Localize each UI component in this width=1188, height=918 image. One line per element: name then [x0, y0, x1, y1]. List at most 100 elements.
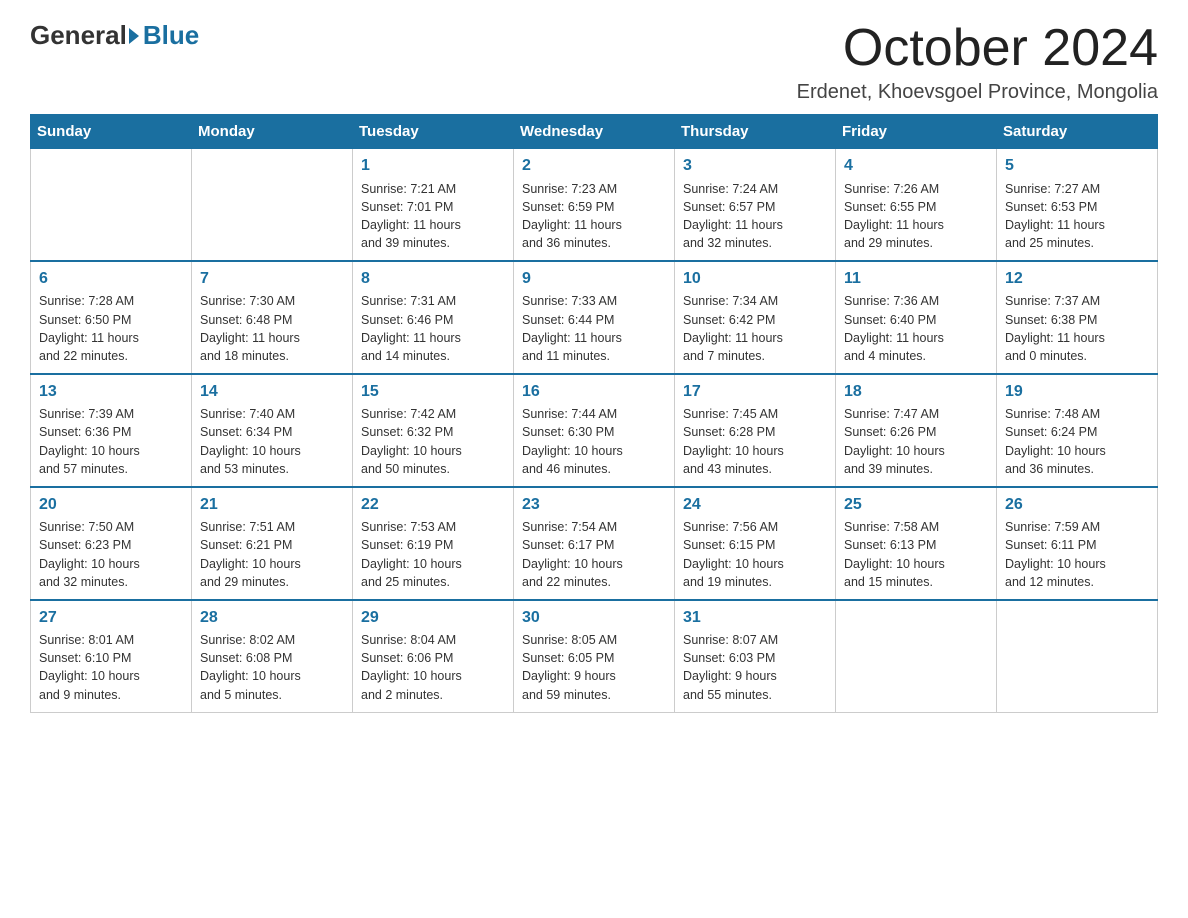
calendar-cell: 12Sunrise: 7:37 AMSunset: 6:38 PMDayligh… — [997, 261, 1158, 374]
day-number: 12 — [1005, 268, 1149, 290]
day-info: Sunrise: 8:01 AMSunset: 6:10 PMDaylight:… — [39, 631, 183, 704]
day-info: Sunrise: 7:31 AMSunset: 6:46 PMDaylight:… — [361, 292, 505, 365]
week-row-1: 1 Sunrise: 7:21 AMSunset: 7:01 PMDaylight… — [31, 149, 1158, 261]
day-number: 25 — [844, 494, 988, 516]
day-info: Sunrise: 7:39 AMSunset: 6:36 PMDaylight:… — [39, 405, 183, 478]
day-info: Sunrise: 8:02 AMSunset: 6:08 PMDaylight:… — [200, 631, 344, 704]
calendar-cell: 24Sunrise: 7:56 AMSunset: 6:15 PMDayligh… — [675, 487, 836, 600]
day-number: 19 — [1005, 381, 1149, 403]
calendar-cell: 31Sunrise: 8:07 AMSunset: 6:03 PMDayligh… — [675, 600, 836, 712]
day-info: Sunrise: 7:54 AMSunset: 6:17 PMDaylight:… — [522, 518, 666, 591]
day-number: 1 — [361, 155, 505, 177]
calendar-cell: 23Sunrise: 7:54 AMSunset: 6:17 PMDayligh… — [514, 487, 675, 600]
weekday-header-tuesday: Tuesday — [353, 115, 514, 149]
day-number: 3 — [683, 155, 827, 177]
calendar-cell — [31, 149, 192, 261]
day-info: Sunrise: 7:47 AMSunset: 6:26 PMDaylight:… — [844, 405, 988, 478]
calendar-cell: 9Sunrise: 7:33 AMSunset: 6:44 PMDaylight… — [514, 261, 675, 374]
calendar-cell: 29Sunrise: 8:04 AMSunset: 6:06 PMDayligh… — [353, 600, 514, 712]
weekday-header-sunday: Sunday — [31, 115, 192, 149]
week-row-2: 6Sunrise: 7:28 AMSunset: 6:50 PMDaylight… — [31, 261, 1158, 374]
day-info: Sunrise: 7:28 AMSunset: 6:50 PMDaylight:… — [39, 292, 183, 365]
title-area: October 2024 Erdenet, Khoevsgoel Provinc… — [797, 20, 1158, 104]
calendar-cell: 4 Sunrise: 7:26 AMSunset: 6:55 PMDaylight… — [836, 149, 997, 261]
calendar-cell: 13Sunrise: 7:39 AMSunset: 6:36 PMDayligh… — [31, 374, 192, 487]
calendar-cell: 26Sunrise: 7:59 AMSunset: 6:11 PMDayligh… — [997, 487, 1158, 600]
calendar-cell: 27Sunrise: 8:01 AMSunset: 6:10 PMDayligh… — [31, 600, 192, 712]
day-number: 24 — [683, 494, 827, 516]
logo-blue-text: Blue — [143, 20, 199, 51]
calendar-cell: 28Sunrise: 8:02 AMSunset: 6:08 PMDayligh… — [192, 600, 353, 712]
day-info: Sunrise: 7:58 AMSunset: 6:13 PMDaylight:… — [844, 518, 988, 591]
calendar-cell: 30Sunrise: 8:05 AMSunset: 6:05 PMDayligh… — [514, 600, 675, 712]
calendar-cell — [192, 149, 353, 261]
calendar-cell: 8Sunrise: 7:31 AMSunset: 6:46 PMDaylight… — [353, 261, 514, 374]
day-number: 7 — [200, 268, 344, 290]
day-info: Sunrise: 7:48 AMSunset: 6:24 PMDaylight:… — [1005, 405, 1149, 478]
calendar-cell: 11Sunrise: 7:36 AMSunset: 6:40 PMDayligh… — [836, 261, 997, 374]
calendar-cell: 22Sunrise: 7:53 AMSunset: 6:19 PMDayligh… — [353, 487, 514, 600]
weekday-header-saturday: Saturday — [997, 115, 1158, 149]
day-number: 5 — [1005, 155, 1149, 177]
calendar-cell: 10Sunrise: 7:34 AMSunset: 6:42 PMDayligh… — [675, 261, 836, 374]
calendar-cell: 16Sunrise: 7:44 AMSunset: 6:30 PMDayligh… — [514, 374, 675, 487]
day-number: 6 — [39, 268, 183, 290]
day-number: 8 — [361, 268, 505, 290]
day-info: Sunrise: 8:04 AMSunset: 6:06 PMDaylight:… — [361, 631, 505, 704]
day-number: 23 — [522, 494, 666, 516]
day-info: Sunrise: 7:42 AMSunset: 6:32 PMDaylight:… — [361, 405, 505, 478]
day-info: Sunrise: 7:44 AMSunset: 6:30 PMDaylight:… — [522, 405, 666, 478]
day-info: Sunrise: 7:34 AMSunset: 6:42 PMDaylight:… — [683, 292, 827, 365]
day-number: 18 — [844, 381, 988, 403]
day-number: 22 — [361, 494, 505, 516]
calendar-cell: 17Sunrise: 7:45 AMSunset: 6:28 PMDayligh… — [675, 374, 836, 487]
calendar-cell: 18Sunrise: 7:47 AMSunset: 6:26 PMDayligh… — [836, 374, 997, 487]
day-number: 10 — [683, 268, 827, 290]
calendar-cell: 5 Sunrise: 7:27 AMSunset: 6:53 PMDaylight… — [997, 149, 1158, 261]
day-number: 16 — [522, 381, 666, 403]
day-info: Sunrise: 8:05 AMSunset: 6:05 PMDaylight:… — [522, 631, 666, 704]
calendar-cell: 1 Sunrise: 7:21 AMSunset: 7:01 PMDaylight… — [353, 149, 514, 261]
day-number: 11 — [844, 268, 988, 290]
calendar-cell: 25Sunrise: 7:58 AMSunset: 6:13 PMDayligh… — [836, 487, 997, 600]
day-info: Sunrise: 7:23 AMSunset: 6:59 PMDaylight:… — [522, 180, 666, 253]
logo-general-text: General — [30, 20, 127, 51]
day-info: Sunrise: 7:59 AMSunset: 6:11 PMDaylight:… — [1005, 518, 1149, 591]
day-info: Sunrise: 7:45 AMSunset: 6:28 PMDaylight:… — [683, 405, 827, 478]
day-number: 4 — [844, 155, 988, 177]
calendar-cell: 20Sunrise: 7:50 AMSunset: 6:23 PMDayligh… — [31, 487, 192, 600]
day-info: Sunrise: 7:33 AMSunset: 6:44 PMDaylight:… — [522, 292, 666, 365]
day-info: Sunrise: 7:51 AMSunset: 6:21 PMDaylight:… — [200, 518, 344, 591]
day-info: Sunrise: 7:26 AMSunset: 6:55 PMDaylight:… — [844, 180, 988, 253]
logo-arrow-icon — [129, 28, 139, 44]
calendar-cell: 3 Sunrise: 7:24 AMSunset: 6:57 PMDaylight… — [675, 149, 836, 261]
week-row-4: 20Sunrise: 7:50 AMSunset: 6:23 PMDayligh… — [31, 487, 1158, 600]
day-info: Sunrise: 7:21 AMSunset: 7:01 PMDaylight:… — [361, 180, 505, 253]
weekday-header-friday: Friday — [836, 115, 997, 149]
day-info: Sunrise: 7:30 AMSunset: 6:48 PMDaylight:… — [200, 292, 344, 365]
logo: General Blue — [30, 20, 199, 51]
day-number: 17 — [683, 381, 827, 403]
day-info: Sunrise: 7:37 AMSunset: 6:38 PMDaylight:… — [1005, 292, 1149, 365]
calendar-cell: 15Sunrise: 7:42 AMSunset: 6:32 PMDayligh… — [353, 374, 514, 487]
day-info: Sunrise: 7:56 AMSunset: 6:15 PMDaylight:… — [683, 518, 827, 591]
calendar-cell: 6Sunrise: 7:28 AMSunset: 6:50 PMDaylight… — [31, 261, 192, 374]
day-info: Sunrise: 7:24 AMSunset: 6:57 PMDaylight:… — [683, 180, 827, 253]
day-number: 26 — [1005, 494, 1149, 516]
week-row-5: 27Sunrise: 8:01 AMSunset: 6:10 PMDayligh… — [31, 600, 1158, 712]
weekday-header-wednesday: Wednesday — [514, 115, 675, 149]
day-number: 30 — [522, 607, 666, 629]
day-number: 27 — [39, 607, 183, 629]
day-info: Sunrise: 7:27 AMSunset: 6:53 PMDaylight:… — [1005, 180, 1149, 253]
calendar-cell: 21Sunrise: 7:51 AMSunset: 6:21 PMDayligh… — [192, 487, 353, 600]
day-info: Sunrise: 7:50 AMSunset: 6:23 PMDaylight:… — [39, 518, 183, 591]
day-info: Sunrise: 8:07 AMSunset: 6:03 PMDaylight:… — [683, 631, 827, 704]
calendar-cell: 2 Sunrise: 7:23 AMSunset: 6:59 PMDaylight… — [514, 149, 675, 261]
day-number: 2 — [522, 155, 666, 177]
weekday-header-row: SundayMondayTuesdayWednesdayThursdayFrid… — [31, 115, 1158, 149]
day-number: 29 — [361, 607, 505, 629]
location-subtitle: Erdenet, Khoevsgoel Province, Mongolia — [797, 81, 1158, 104]
week-row-3: 13Sunrise: 7:39 AMSunset: 6:36 PMDayligh… — [31, 374, 1158, 487]
day-number: 14 — [200, 381, 344, 403]
weekday-header-monday: Monday — [192, 115, 353, 149]
